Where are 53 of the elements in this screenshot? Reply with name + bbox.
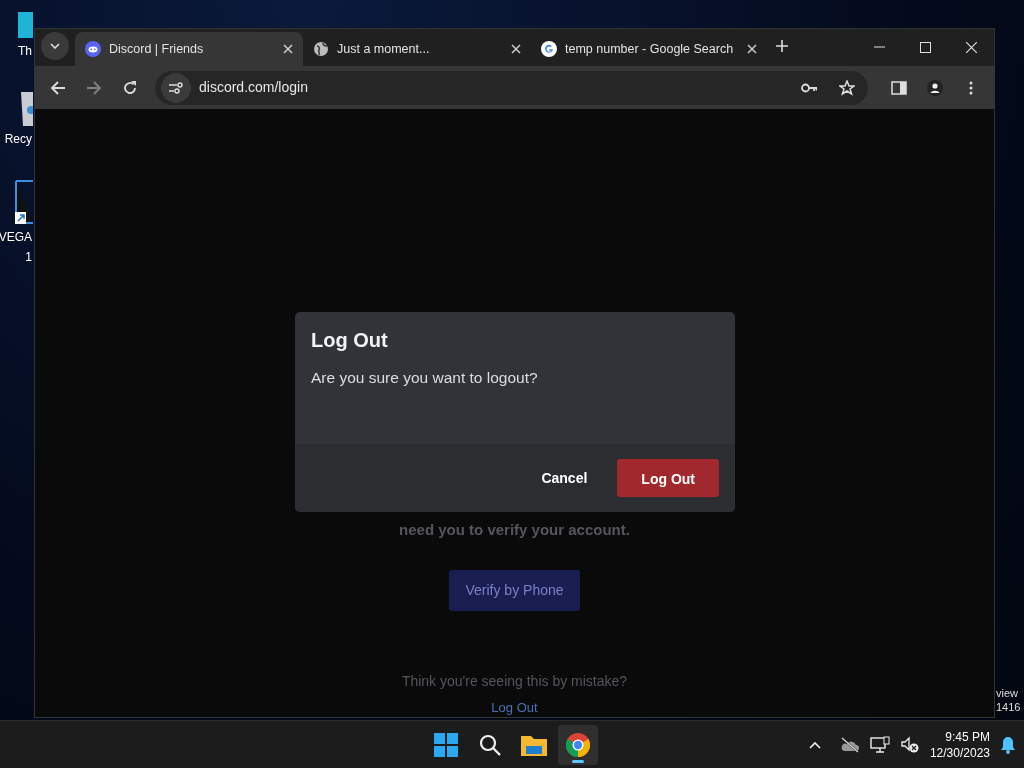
google-icon [541, 41, 557, 58]
star-icon [839, 79, 855, 96]
dialog-title: Log Out [311, 328, 389, 352]
icon-label: Th [18, 44, 33, 58]
browser-tab[interactable]: Just a moment... [303, 32, 531, 67]
person-icon [927, 79, 943, 96]
edge-text: view [996, 686, 1019, 700]
chrome-button[interactable] [558, 725, 598, 765]
page-text: need you to verify your account. [399, 520, 630, 540]
speaker-muted-icon [899, 736, 920, 754]
edge-text: 1416 [996, 700, 1021, 714]
sliders-icon [169, 81, 183, 94]
browser-tab[interactable]: Discord | Friends [75, 32, 303, 67]
forward-arrow-icon [86, 79, 102, 96]
logout-button[interactable]: Log Out [617, 459, 719, 497]
tab-search-button[interactable] [41, 32, 69, 61]
search-icon [479, 734, 501, 756]
address-bar[interactable]: discord.com/login [155, 70, 868, 105]
tab-title: temp number - Google Search [565, 40, 734, 58]
close-icon[interactable] [283, 44, 293, 55]
clock-time: 9:45 PM [945, 729, 990, 745]
back-arrow-icon [50, 79, 66, 96]
side-panel-icon [891, 79, 907, 96]
close-icon [965, 42, 977, 54]
logout-link[interactable]: Log Out [491, 697, 538, 717]
tab-title: Just a moment... [337, 40, 430, 58]
reload-icon [122, 79, 138, 96]
cancel-button[interactable]: Cancel [517, 457, 612, 499]
url-text: discord.com/login [199, 78, 309, 98]
tab-title: Discord | Friends [109, 40, 204, 58]
icon-label: Recy [4, 132, 33, 146]
chevron-down-icon [50, 43, 60, 50]
browser-tab[interactable]: temp number - Google Search [531, 32, 767, 67]
close-icon[interactable] [747, 44, 757, 55]
folder-icon [521, 734, 547, 756]
windows-logo-icon [434, 733, 458, 757]
globe-icon [313, 41, 329, 58]
site-info-button[interactable] [161, 72, 191, 103]
verify-button[interactable]: Verify by Phone [449, 569, 580, 611]
plus-icon [776, 40, 788, 53]
close-icon[interactable] [511, 44, 521, 55]
network-icon [869, 736, 890, 754]
cloud-off-icon [839, 737, 860, 753]
clock-date: 12/30/2023 [929, 745, 990, 761]
recycle-bin-icon [21, 92, 33, 126]
bell-icon [1000, 736, 1016, 754]
clock[interactable]: 9:45 PM 12/30/2023 [929, 729, 990, 761]
dialog-message: Are you sure you want to logout? [311, 368, 539, 388]
page-text: Think you're seeing this by mistake? [401, 671, 628, 691]
discord-icon [85, 41, 101, 58]
chrome-icon [566, 733, 590, 757]
icon-label: 1 [25, 250, 33, 264]
maximize-icon [919, 42, 931, 54]
